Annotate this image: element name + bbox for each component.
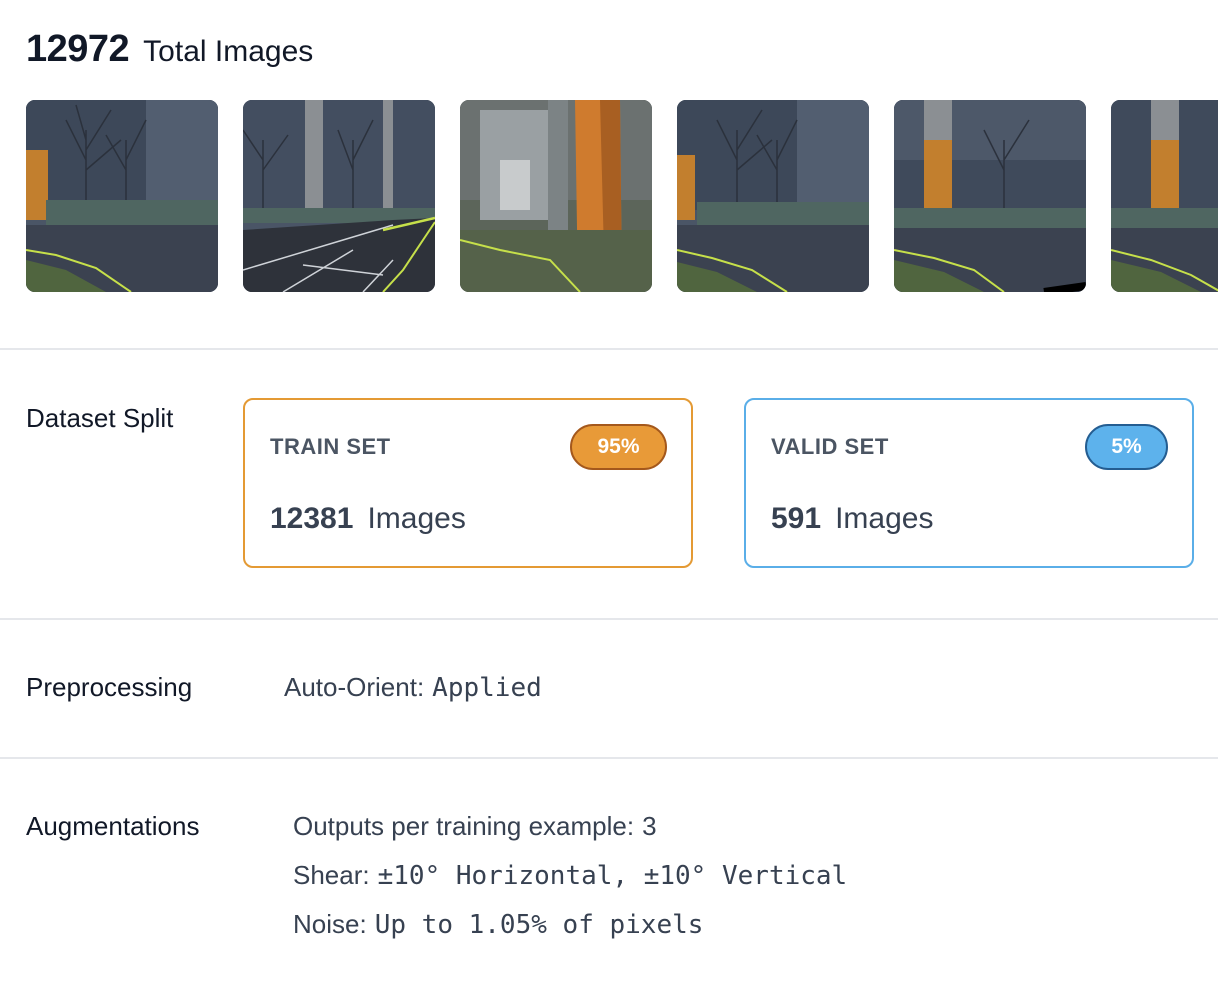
train-image-count: 12381 [270,502,354,535]
thumbnail-3[interactable] [460,100,652,292]
train-image-unit: Images [367,502,466,535]
section-divider [0,618,1218,620]
valid-set-title: VALID SET [771,434,889,459]
augmentations-label: Augmentations [26,811,200,841]
augmentation-noise-value: Up to 1.05% of pixels [374,910,704,940]
preprocessing-item-value: Applied [432,673,542,703]
total-images-label: Total Images [143,35,314,68]
preprocessing-label: Preprocessing [26,672,193,702]
augmentation-item: Shear: ±10° Horizontal, ±10° Vertical [293,860,847,891]
train-percent-badge: 95% [570,424,667,470]
augmentation-item: Outputs per training example: 3 [293,811,657,842]
thumbnail-6[interactable] [1111,100,1218,292]
total-images-count: 12972 [26,28,130,70]
valid-percent-badge: 5% [1085,424,1168,470]
thumbnail-4[interactable] [677,100,869,292]
thumbnail-5[interactable] [894,100,1086,292]
valid-set-stat: 591 Images [771,502,933,536]
augmentation-shear-value: ±10° Horizontal, ±10° Vertical [377,861,848,891]
preprocessing-item-key: Auto-Orient: [284,672,425,702]
valid-image-count: 591 [771,502,822,535]
preprocessing-item: Auto-Orient: Applied [284,672,542,703]
augmentation-outputs-key: Outputs per training example: [293,811,635,841]
valid-set-card: VALID SET 5% 591 Images [744,398,1194,568]
valid-image-unit: Images [835,502,934,535]
augmentation-shear-key: Shear: [293,860,370,890]
train-set-card: TRAIN SET 95% 12381 Images [243,398,693,568]
section-divider [0,348,1218,350]
augmentation-item: Noise: Up to 1.05% of pixels [293,909,703,940]
augmentation-outputs-value: 3 [642,811,657,841]
train-set-title: TRAIN SET [270,434,391,459]
thumbnail-1[interactable] [26,100,218,292]
section-divider [0,757,1218,759]
thumbnail-strip [26,100,1218,292]
train-set-stat: 12381 Images [270,502,466,536]
thumbnail-2[interactable] [243,100,435,292]
total-images-header: 12972 Total Images [26,28,313,71]
dataset-split-label: Dataset Split [26,403,174,433]
augmentation-noise-key: Noise: [293,909,367,939]
